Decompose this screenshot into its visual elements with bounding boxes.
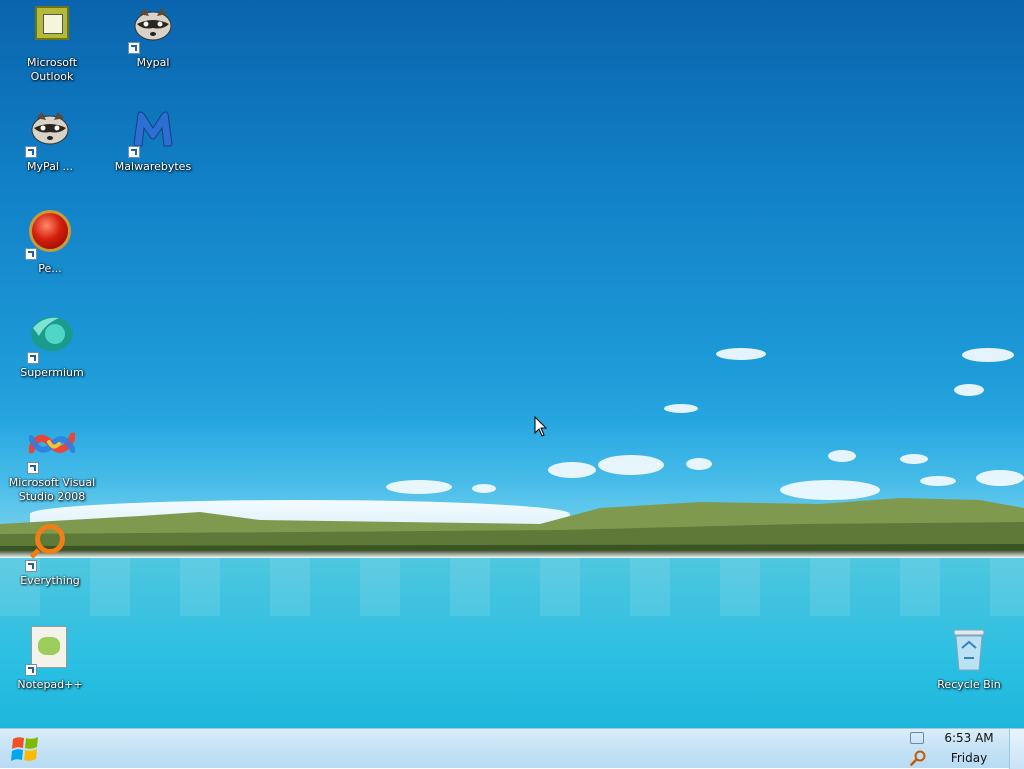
desktop-icon-label: Notepad++ [17, 678, 83, 691]
desktop-icon-label: Recycle Bin [937, 678, 1001, 691]
shortcut-arrow-icon [128, 42, 140, 54]
visual-studio-icon [27, 424, 77, 474]
taskbar: 6:53 AM Friday [0, 728, 1024, 769]
desktop-icon-label: MyPal ... [27, 160, 73, 173]
shortcut-arrow-icon [25, 248, 37, 260]
raccoon-icon [25, 108, 75, 158]
desktop-icon-label: Everything [20, 574, 80, 587]
cloud [664, 404, 698, 413]
cloud [716, 348, 766, 360]
cloud [954, 384, 984, 396]
windows-logo-icon [11, 737, 38, 761]
clock-day[interactable]: Friday [932, 751, 1006, 765]
everything-search-icon [25, 522, 75, 572]
cloud [976, 470, 1024, 486]
raccoon-icon [128, 4, 178, 54]
outlook-icon [27, 4, 77, 54]
desktop-icon-recycle-bin[interactable]: Recycle Bin [921, 626, 1017, 692]
desktop-icon-notepad-plus-plus[interactable]: Notepad++ [2, 626, 98, 692]
shortcut-arrow-icon [25, 146, 37, 158]
lake-reflection [0, 556, 1024, 616]
shortcut-arrow-icon [27, 352, 39, 364]
cloud [386, 480, 452, 494]
desktop-icon-label: Pe... [38, 262, 62, 275]
show-desktop-button[interactable] [1009, 729, 1024, 769]
recycle-bin-icon [944, 626, 994, 676]
cloud [598, 455, 664, 475]
desktop-icon-visual-studio-2008[interactable]: Microsoft Visual Studio 2008 [4, 424, 100, 504]
desktop-icon-everything[interactable]: Everything [2, 522, 98, 588]
cloud [686, 458, 712, 470]
desktop-icon-malwarebytes[interactable]: Malwarebytes [105, 108, 201, 174]
mouse-cursor-icon [534, 416, 548, 437]
network-icon[interactable] [910, 732, 924, 744]
shortcut-arrow-icon [128, 146, 140, 158]
cloud [900, 454, 928, 464]
desktop-icon-pe[interactable]: Pe... [2, 210, 98, 276]
clock-time[interactable]: 6:53 AM [932, 731, 1006, 745]
desktop-icon-supermium[interactable]: Supermium [4, 314, 100, 380]
desktop-icon-label: Microsoft Visual Studio 2008 [8, 476, 96, 503]
desktop-icon-label: Supermium [20, 366, 84, 379]
supermium-icon [27, 314, 77, 364]
system-tray: 6:53 AM Friday [910, 729, 1006, 769]
notepad-plus-plus-icon [25, 626, 75, 676]
shortcut-arrow-icon [27, 462, 39, 474]
shortcut-arrow-icon [25, 664, 37, 676]
start-button[interactable] [6, 733, 44, 765]
cloud [472, 484, 496, 493]
desktop-icon-mypal-2[interactable]: MyPal ... [2, 108, 98, 174]
cloud [920, 476, 956, 486]
desktop-icon-microsoft-outlook[interactable]: Microsoft Outlook [4, 4, 100, 84]
shortcut-arrow-icon [25, 560, 37, 572]
red-ball-icon [25, 210, 75, 260]
cloud [548, 462, 596, 478]
malwarebytes-icon [128, 108, 178, 158]
desktop-icon-label: Malwarebytes [114, 160, 192, 173]
desktop-icon-label: Microsoft Outlook [26, 56, 78, 83]
shoreline [0, 550, 1024, 558]
search-icon[interactable] [910, 750, 926, 766]
cloud [828, 450, 856, 462]
desktop-icon-label: Mypal [136, 56, 170, 69]
desktop-icon-mypal[interactable]: Mypal [105, 4, 201, 70]
cloud [962, 348, 1014, 362]
